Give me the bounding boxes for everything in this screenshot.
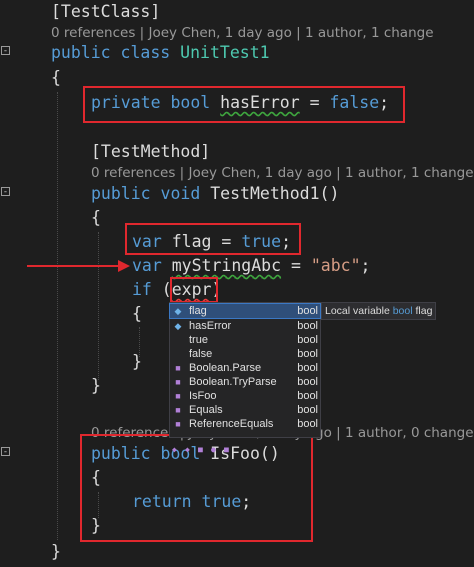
editor-gutter bbox=[0, 0, 14, 567]
codelens-method[interactable]: 0 references | Joey Chen, 1 day ago | 1 … bbox=[91, 163, 474, 183]
type-filter-icon[interactable]: ● bbox=[211, 446, 221, 454]
field-icon: ◆ bbox=[174, 321, 182, 331]
completion-item-true[interactable]: true bool bbox=[170, 333, 320, 347]
code-line-string: var myStringAbc = "abc"; bbox=[132, 256, 371, 275]
code-line-testclass-attr: [TestClass] bbox=[51, 2, 161, 21]
code-line-if-open: { bbox=[132, 304, 142, 323]
completion-filter-bar: ◆ ◆ ■ ● ■ bbox=[172, 437, 282, 454]
code-line-testmethod-attr: [TestMethod] bbox=[91, 142, 211, 161]
completion-item-haserror[interactable]: ◆ hasError bool bbox=[170, 319, 320, 333]
local-variable-icon: ◆ bbox=[174, 306, 182, 316]
completion-item-flag[interactable]: ◆ flag bool bbox=[169, 303, 321, 319]
method-filter-icon[interactable]: ■ bbox=[198, 446, 208, 454]
fold-isfoo-toggle[interactable]: - bbox=[1, 447, 10, 457]
method-icon: ■ bbox=[175, 363, 181, 373]
highlight-box-field bbox=[83, 86, 405, 123]
annotation-arrow-shaft bbox=[27, 265, 123, 267]
code-line-method-close: } bbox=[91, 376, 101, 395]
codelens-class[interactable]: 0 references | Joey Chen, 1 day ago | 1 … bbox=[51, 23, 434, 43]
annotation-arrow-icon bbox=[118, 260, 130, 272]
indent-guide-class bbox=[57, 92, 58, 540]
fold-method1-toggle[interactable]: - bbox=[1, 187, 10, 197]
method-icon: ■ bbox=[175, 377, 181, 387]
field-filter-icon[interactable]: ◆ bbox=[185, 446, 195, 454]
keyword-filter-icon[interactable]: ■ bbox=[224, 446, 234, 454]
fold-class-toggle[interactable]: - bbox=[1, 46, 10, 56]
method-icon: ■ bbox=[175, 419, 181, 429]
highlight-box-isfoo bbox=[80, 434, 313, 542]
highlight-box-flag bbox=[125, 223, 301, 255]
indent-guide-method bbox=[98, 232, 99, 380]
code-line-class-close: } bbox=[51, 542, 61, 561]
code-line-class-open: { bbox=[51, 68, 61, 87]
completion-item-isfoo[interactable]: ■ IsFoo bool bbox=[170, 389, 320, 403]
quick-info-tooltip: Local variable bool flag bbox=[321, 302, 437, 320]
completion-item-referenceequals[interactable]: ■ ReferenceEquals bool bbox=[170, 417, 320, 431]
completion-item-false[interactable]: false bool bbox=[170, 347, 320, 361]
highlight-box-expr bbox=[170, 277, 218, 303]
method-icon: ■ bbox=[175, 391, 181, 401]
code-line-method-open: { bbox=[91, 208, 101, 227]
intellisense-popup[interactable]: ◆ flag bool ◆ hasError bool true bool fa… bbox=[169, 302, 321, 438]
completion-item-boolean-tryparse[interactable]: ■ Boolean.TryParse bool bbox=[170, 375, 320, 389]
filter-icon[interactable]: ◆ bbox=[172, 446, 182, 454]
code-line-if-close: } bbox=[132, 352, 142, 371]
method-icon: ■ bbox=[175, 405, 181, 415]
code-line-class-decl: public class UnitTest1 bbox=[51, 43, 270, 62]
completion-item-equals[interactable]: ■ Equals bool bbox=[170, 403, 320, 417]
completion-item-boolean-parse[interactable]: ■ Boolean.Parse bool bbox=[170, 361, 320, 375]
code-line-method-decl: public void TestMethod1() bbox=[91, 184, 340, 203]
